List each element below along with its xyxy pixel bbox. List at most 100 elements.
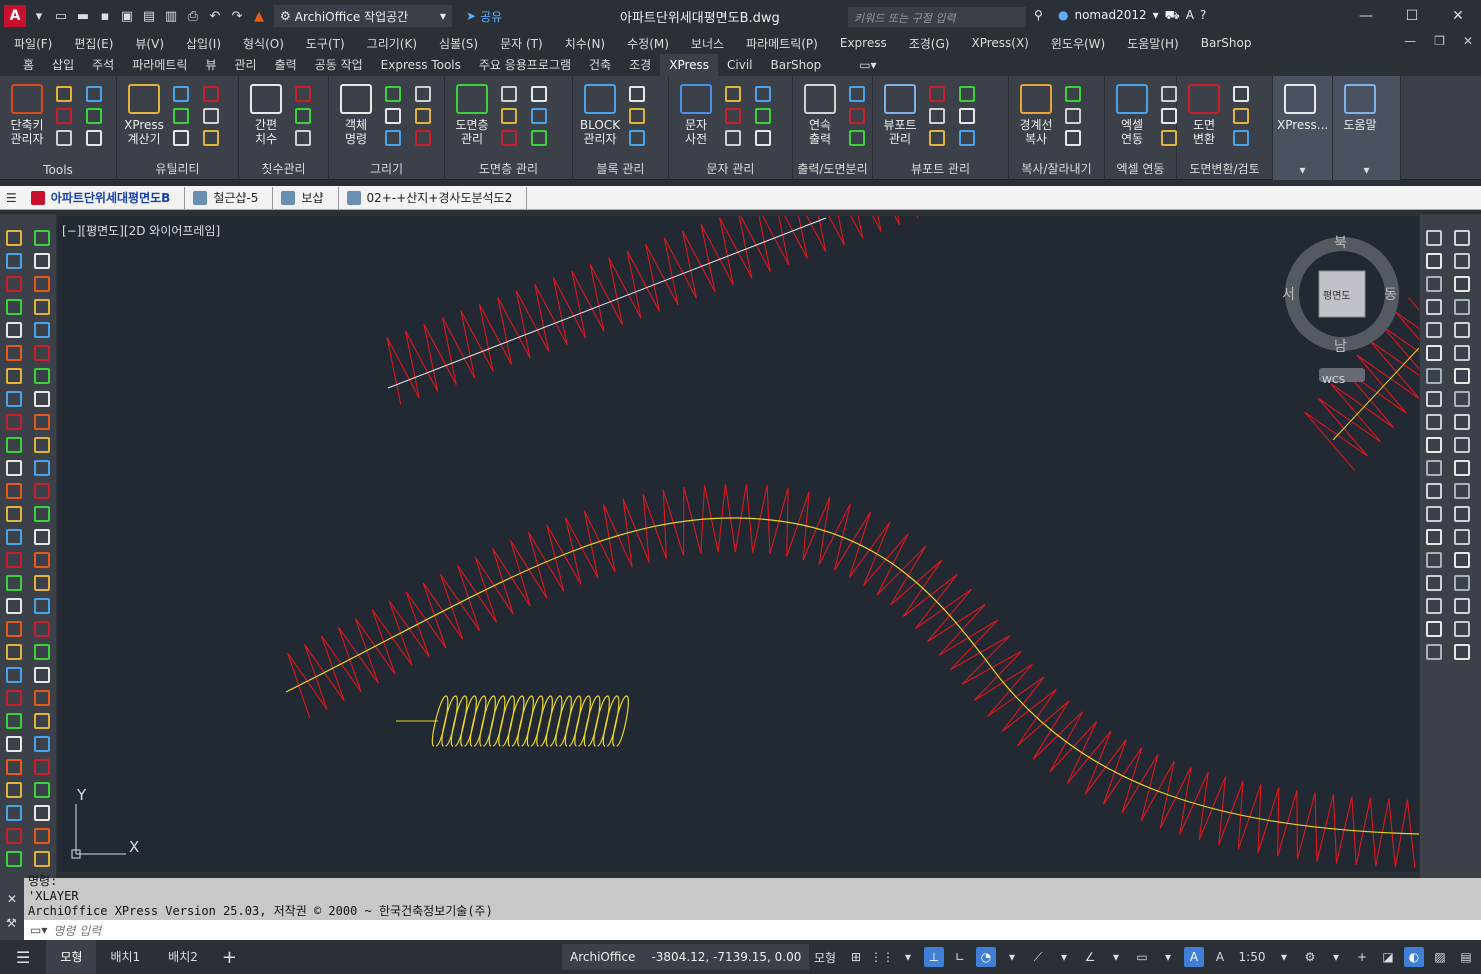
ribbon-small-tool-icon[interactable]: [295, 86, 311, 102]
search-icon[interactable]: ⚲: [1034, 8, 1043, 22]
toolbar-tool-icon[interactable]: [6, 782, 22, 798]
toolbar-tool-icon[interactable]: [1454, 483, 1470, 499]
ribbon-tab[interactable]: XPress: [660, 54, 719, 76]
undo-icon[interactable]: ↶: [206, 7, 224, 25]
ribbon-small-tool-icon[interactable]: [1161, 86, 1177, 102]
ribbon-tab[interactable]: Express Tools: [372, 54, 470, 76]
annotation-scale[interactable]: 1:50: [1236, 947, 1268, 967]
toolbar-tool-icon[interactable]: [34, 690, 50, 706]
menu-item[interactable]: 삽입(I): [186, 35, 221, 52]
ribbon-small-tool-icon[interactable]: [1233, 86, 1249, 102]
toolbar-tool-icon[interactable]: [6, 276, 22, 292]
file-tabs-menu-icon[interactable]: ☰: [6, 191, 17, 205]
toolbar-tool-icon[interactable]: [6, 322, 22, 338]
toolbar-tool-icon[interactable]: [34, 345, 50, 361]
ribbon-small-tool-icon[interactable]: [415, 108, 431, 124]
toolbar-tool-icon[interactable]: [34, 391, 50, 407]
archioffice-icon[interactable]: ▲: [250, 7, 268, 25]
tab-layout1[interactable]: 배치1: [96, 940, 154, 974]
toolbar-tool-icon[interactable]: [1454, 575, 1470, 591]
toolbar-tool-icon[interactable]: [1454, 299, 1470, 315]
toolbar-tool-icon[interactable]: [6, 414, 22, 430]
ribbon-panel-label[interactable]: 그리기: [329, 160, 444, 177]
ribbon-small-tool-icon[interactable]: [959, 108, 975, 124]
toolbar-tool-icon[interactable]: [6, 713, 22, 729]
maximize-icon[interactable]: ☐: [1389, 0, 1435, 32]
toolbar-tool-icon[interactable]: [34, 483, 50, 499]
ribbon-small-tool-icon[interactable]: [385, 130, 401, 146]
viewcube-east[interactable]: 동: [1384, 284, 1397, 304]
menu-item[interactable]: 심볼(S): [439, 35, 478, 52]
file-tab[interactable]: 보샵: [273, 186, 339, 209]
viewcube-west[interactable]: 서: [1282, 284, 1295, 304]
toolbar-tool-icon[interactable]: [6, 368, 22, 384]
ribbon-small-tool-icon[interactable]: [415, 130, 431, 146]
ribbon-small-tool-icon[interactable]: [629, 130, 645, 146]
ribbon-tab[interactable]: 공동 작업: [306, 54, 372, 76]
ribbon-small-tool-icon[interactable]: [725, 130, 741, 146]
snap-icon[interactable]: ⋮⋮: [870, 947, 894, 967]
toolbar-tool-icon[interactable]: [1426, 644, 1442, 660]
ribbon-small-tool-icon[interactable]: [173, 86, 189, 102]
minimize-icon[interactable]: —: [1343, 0, 1389, 32]
ribbon-big-button[interactable]: XPress 계산기: [121, 84, 167, 146]
ribbon-panel-label[interactable]: 출력/도면분리: [793, 160, 872, 177]
toolbar-tool-icon[interactable]: [34, 460, 50, 476]
toolbar-tool-icon[interactable]: [1426, 391, 1442, 407]
isolate-icon[interactable]: ◪: [1378, 947, 1398, 967]
menu-item[interactable]: 조경(G): [909, 35, 950, 52]
command-prompt-icon[interactable]: ▭▾: [30, 923, 47, 937]
toolbar-tool-icon[interactable]: [1454, 345, 1470, 361]
ribbon-small-tool-icon[interactable]: [173, 130, 189, 146]
ribbon-small-tool-icon[interactable]: [1161, 130, 1177, 146]
ribbon-tab[interactable]: 홈: [14, 54, 43, 76]
ribbon-tab[interactable]: 파라메트릭: [123, 54, 196, 76]
ribbon-small-tool-icon[interactable]: [849, 108, 865, 124]
toolbar-tool-icon[interactable]: [1426, 276, 1442, 292]
menu-item[interactable]: XPress(X): [971, 36, 1028, 50]
toolbar-tool-icon[interactable]: [1454, 552, 1470, 568]
ribbon-small-tool-icon[interactable]: [629, 86, 645, 102]
toolbar-tool-icon[interactable]: [6, 736, 22, 752]
viewcube-south[interactable]: 남: [1334, 336, 1347, 356]
toolbar-tool-icon[interactable]: [1454, 437, 1470, 453]
toolbar-tool-icon[interactable]: [34, 322, 50, 338]
ribbon-small-tool-icon[interactable]: [1161, 108, 1177, 124]
toolbar-tool-icon[interactable]: [1454, 368, 1470, 384]
toolbar-tool-icon[interactable]: [1426, 621, 1442, 637]
hamburger-icon[interactable]: ☰: [0, 948, 46, 967]
model-space-toggle[interactable]: 모형: [810, 947, 840, 967]
toolbar-tool-icon[interactable]: [34, 828, 50, 844]
ribbon-tab[interactable]: 주요 응용프로그램: [470, 54, 580, 76]
menu-item[interactable]: 윈도우(W): [1051, 35, 1105, 52]
ribbon-panel-label[interactable]: 도면층 관리: [445, 160, 572, 177]
ribbon-big-button[interactable]: 연속 출력: [797, 84, 843, 146]
toolbar-tool-icon[interactable]: [34, 529, 50, 545]
toolbar-tool-icon[interactable]: [6, 460, 22, 476]
command-input[interactable]: ▭▾ 명령 입력: [24, 920, 1481, 940]
ribbon-toggle-icon[interactable]: ▭▾: [850, 54, 885, 76]
new-file-icon[interactable]: ▭: [52, 7, 70, 25]
infer-icon[interactable]: ⊥: [924, 947, 944, 967]
ribbon-panel-label[interactable]: 문자 관리: [669, 160, 792, 177]
toolbar-tool-icon[interactable]: [1426, 322, 1442, 338]
chevron-down-icon[interactable]: ▾: [1158, 947, 1178, 967]
ribbon-small-tool-icon[interactable]: [295, 108, 311, 124]
toolbar-tool-icon[interactable]: [1426, 414, 1442, 430]
toolbar-tool-icon[interactable]: [1426, 460, 1442, 476]
toolbar-tool-icon[interactable]: [1426, 345, 1442, 361]
ribbon-small-tool-icon[interactable]: [959, 130, 975, 146]
menu-item[interactable]: 뷰(V): [135, 35, 164, 52]
ribbon-small-tool-icon[interactable]: [755, 108, 771, 124]
ribbon-small-tool-icon[interactable]: [1065, 130, 1081, 146]
toolbar-tool-icon[interactable]: [34, 253, 50, 269]
toolbar-tool-icon[interactable]: [34, 575, 50, 591]
chevron-down-icon[interactable]: ▾: [1002, 947, 1022, 967]
toolbar-tool-icon[interactable]: [34, 552, 50, 568]
ribbon-small-tool-icon[interactable]: [531, 86, 547, 102]
toolbar-tool-icon[interactable]: [1454, 598, 1470, 614]
toolbar-tool-icon[interactable]: [1454, 506, 1470, 522]
app-menu-chevron-icon[interactable]: ▾: [30, 7, 48, 25]
ribbon-big-button[interactable]: 도면 변환: [1181, 84, 1227, 146]
chevron-down-icon[interactable]: ▾: [1054, 947, 1074, 967]
